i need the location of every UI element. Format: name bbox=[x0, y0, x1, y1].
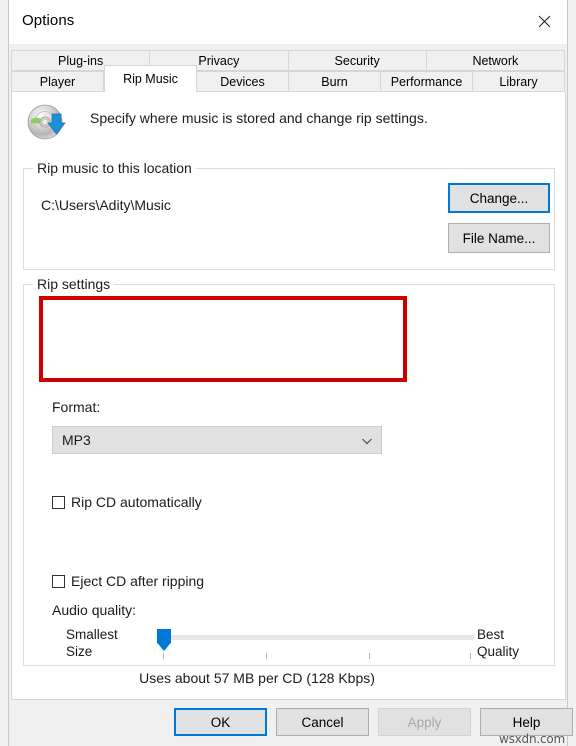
window-title: Options bbox=[22, 12, 75, 29]
tab-strip: Plug-ins Privacy Security Network Player… bbox=[9, 44, 567, 92]
eject-cd-after-ripping-label: Eject CD after ripping bbox=[71, 573, 205, 589]
slider-max-label: Best Quality bbox=[477, 626, 519, 660]
format-selected-value: MP3 bbox=[62, 432, 91, 448]
slider-min-label-line1: Smallest bbox=[66, 627, 118, 642]
slider-track bbox=[162, 635, 474, 640]
tab-devices[interactable]: Devices bbox=[197, 71, 289, 92]
slider-max-label-line1: Best bbox=[477, 627, 505, 642]
title-bar: Options bbox=[9, 0, 567, 44]
rip-cd-automatically-label: Rip CD automatically bbox=[71, 494, 202, 510]
apply-button: Apply bbox=[378, 708, 471, 736]
banner-description: Specify where music is stored and change… bbox=[90, 110, 428, 126]
change-button[interactable]: Change... bbox=[448, 183, 550, 213]
close-glyph bbox=[538, 15, 550, 27]
ok-button[interactable]: OK bbox=[174, 708, 267, 736]
rip-location-path: C:\Users\Adity\Music bbox=[41, 197, 171, 213]
rip-cd-automatically-checkbox[interactable]: Rip CD automatically bbox=[52, 494, 202, 510]
tab-rip-music[interactable]: Rip Music bbox=[104, 65, 197, 92]
options-dialog-screenshot: Options Plug-ins Privacy Security Networ… bbox=[0, 0, 576, 746]
close-icon[interactable] bbox=[521, 0, 567, 42]
slider-tick bbox=[369, 653, 370, 659]
tab-library[interactable]: Library bbox=[473, 71, 565, 92]
slider-min-label-line2: Size bbox=[66, 644, 93, 659]
rip-settings-group: Rip settings Format: MP3 Rip CD automati… bbox=[23, 276, 555, 686]
audio-quality-slider[interactable] bbox=[154, 629, 474, 663]
options-window: Options Plug-ins Privacy Security Networ… bbox=[8, 0, 573, 746]
eject-cd-after-ripping-checkbox[interactable]: Eject CD after ripping bbox=[52, 573, 204, 589]
slider-tick bbox=[266, 653, 267, 659]
cd-rip-icon bbox=[27, 104, 66, 140]
rip-settings-legend: Rip settings bbox=[33, 276, 115, 292]
checkbox-box bbox=[52, 495, 65, 509]
chevron-down-icon bbox=[362, 438, 372, 445]
quality-note-text: Uses about 57 MB per CD (128 Kbps) bbox=[139, 670, 375, 686]
dialog-footer: OK Cancel Apply Help wsxdn.com bbox=[9, 700, 573, 746]
rip-music-tab-panel: Specify where music is stored and change… bbox=[11, 92, 566, 700]
quality-note: Uses about 57 MB per CD (128 Kbps) bbox=[24, 670, 554, 686]
format-label: Format: bbox=[52, 399, 101, 415]
rip-location-legend: Rip music to this location bbox=[33, 160, 196, 176]
tab-burn[interactable]: Burn bbox=[289, 71, 381, 92]
panel-banner: Specify where music is stored and change… bbox=[12, 92, 565, 154]
slider-min-label: Smallest Size bbox=[66, 626, 118, 660]
tab-network[interactable]: Network bbox=[426, 50, 565, 71]
cancel-button[interactable]: Cancel bbox=[276, 708, 369, 736]
audio-quality-label: Audio quality: bbox=[52, 602, 137, 618]
slider-thumb[interactable] bbox=[157, 629, 171, 651]
tab-player[interactable]: Player bbox=[11, 71, 104, 92]
rip-location-group: Rip music to this location C:\Users\Adit… bbox=[23, 160, 555, 270]
watermark: wsxdn.com bbox=[498, 732, 565, 746]
tab-performance[interactable]: Performance bbox=[381, 71, 473, 92]
tab-row-top: Plug-ins Privacy Security Network bbox=[9, 50, 567, 71]
tab-security[interactable]: Security bbox=[288, 50, 427, 71]
slider-tick bbox=[163, 653, 164, 659]
tab-row-bottom: Player Rip Music Devices Burn Performanc… bbox=[9, 65, 567, 92]
format-dropdown[interactable]: MP3 bbox=[52, 426, 382, 454]
slider-max-label-line2: Quality bbox=[477, 644, 520, 659]
checkbox-box bbox=[52, 574, 65, 588]
slider-tick bbox=[470, 653, 471, 659]
file-name-button[interactable]: File Name... bbox=[448, 223, 550, 253]
